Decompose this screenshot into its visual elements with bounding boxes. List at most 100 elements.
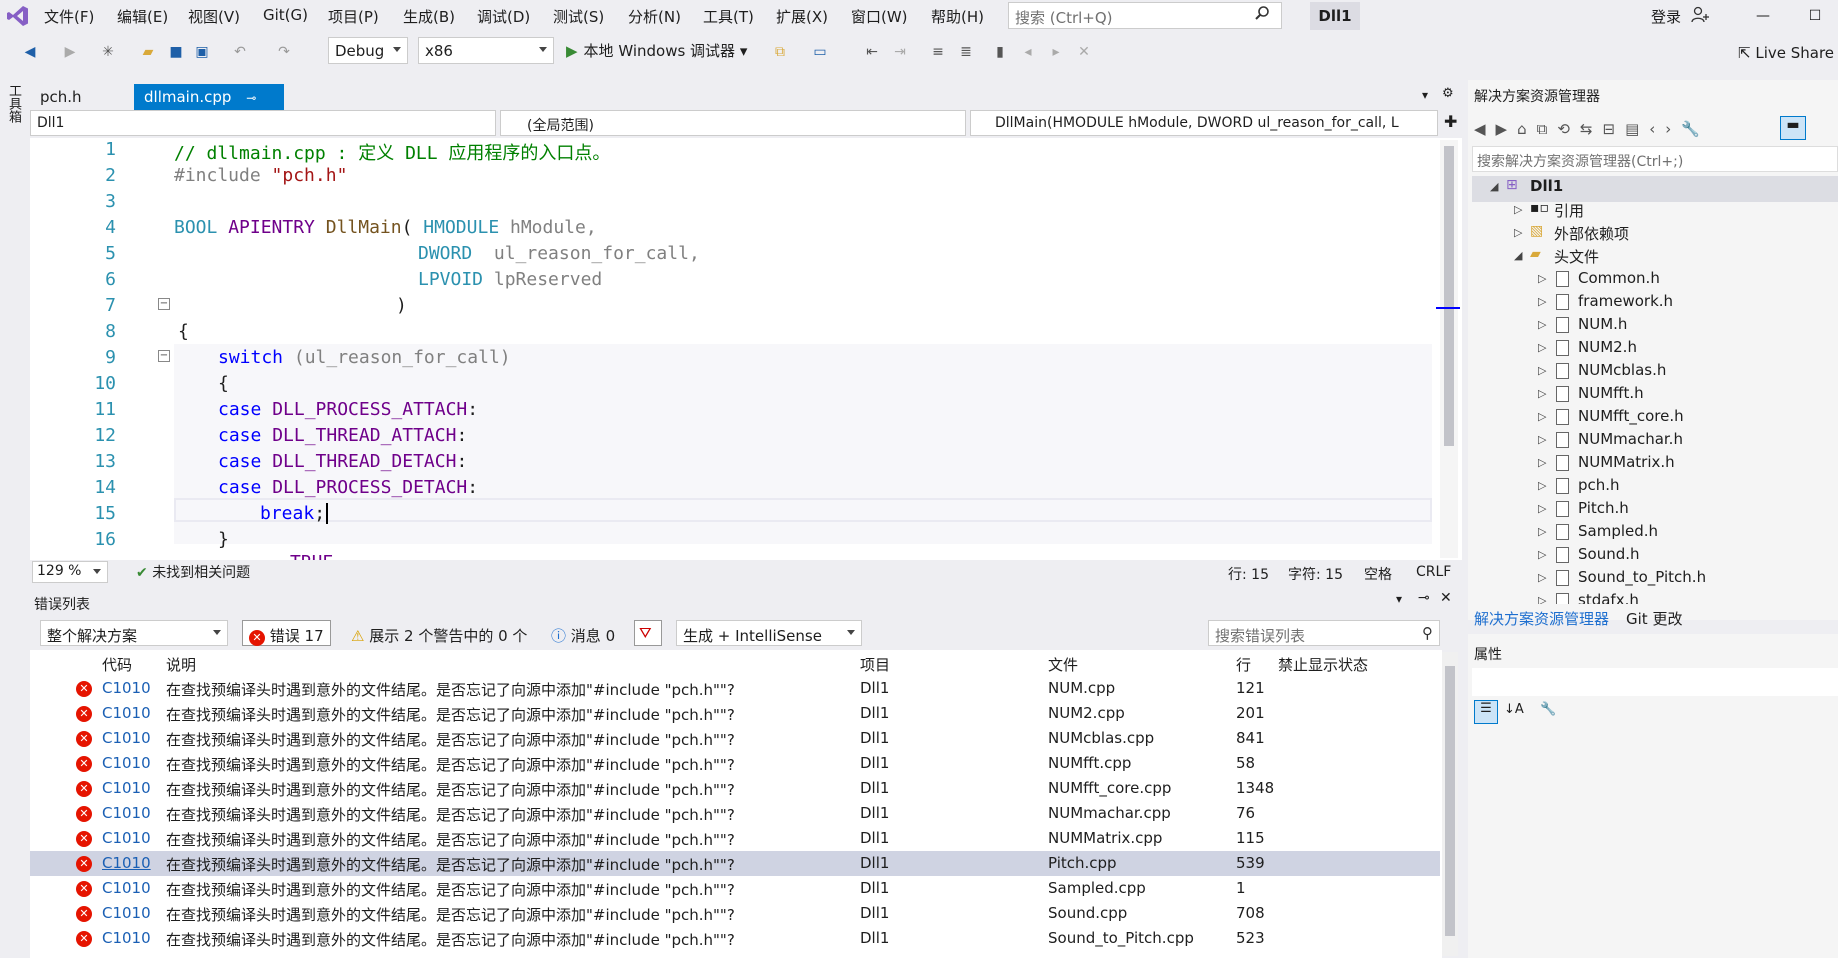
collapsed-arrow-icon[interactable]: ▷ <box>1538 341 1546 354</box>
property-pages-icon[interactable]: 🔧 <box>1540 702 1556 717</box>
header-file-icon <box>1556 547 1569 563</box>
error-row[interactable]: ✕ C1010 在查找预编译头时遇到意外的文件结尾。是否忘记了向源中添加"#incl… <box>30 801 1440 826</box>
scrollbar-thumb[interactable] <box>1445 666 1455 936</box>
header-file-icon <box>1556 386 1569 402</box>
error-code[interactable]: C1010 <box>102 929 151 947</box>
tree-item[interactable]: NUM2.h <box>1578 338 1637 356</box>
tree-item[interactable]: Sound.h <box>1578 545 1640 563</box>
header-file-icon <box>1556 524 1569 540</box>
error-line: 841 <box>1236 729 1265 747</box>
error-file: NUM.cpp <box>1048 679 1116 697</box>
error-project: Dll1 <box>860 904 890 922</box>
error-row[interactable]: ✕ C1010 在查找预编译头时遇到意外的文件结尾。是否忘记了向源中添加"#incl… <box>30 776 1440 801</box>
tree-item[interactable]: Sampled.h <box>1578 522 1658 540</box>
error-icon: ✕ <box>76 906 92 922</box>
error-icon: ✕ <box>76 731 92 747</box>
error-code[interactable]: C1010 <box>102 854 151 872</box>
tab-git-changes[interactable]: Git 更改 <box>1626 608 1682 629</box>
error-file: NUMfft.cpp <box>1048 754 1132 772</box>
collapsed-arrow-icon[interactable]: ▷ <box>1538 272 1546 285</box>
tree-item[interactable]: 外部依赖项 <box>1554 223 1629 244</box>
collapsed-arrow-icon[interactable]: ▷ <box>1538 387 1546 400</box>
collapsed-arrow-icon[interactable]: ▷ <box>1538 295 1546 308</box>
error-code[interactable]: C1010 <box>102 904 151 922</box>
collapsed-arrow-icon[interactable]: ▷ <box>1538 456 1546 469</box>
error-line: 58 <box>1236 754 1256 772</box>
error-description: 在查找预编译头时遇到意外的文件结尾。是否忘记了向源中添加"#include "p… <box>166 906 735 924</box>
collapsed-arrow-icon[interactable]: ▷ <box>1514 203 1522 216</box>
error-row[interactable]: ✕ C1010 在查找预编译头时遇到意外的文件结尾。是否忘记了向源中添加"#incl… <box>30 926 1440 951</box>
collapsed-arrow-icon[interactable]: ▷ <box>1538 318 1546 331</box>
error-code[interactable]: C1010 <box>102 679 151 697</box>
tree-item[interactable]: NUMfft.h <box>1578 384 1644 402</box>
error-description: 在查找预编译头时遇到意外的文件结尾。是否忘记了向源中添加"#include "p… <box>166 806 735 824</box>
tab-solution-explorer[interactable]: 解决方案资源管理器 <box>1474 608 1609 629</box>
error-row[interactable]: ✕ C1010 在查找预编译头时遇到意外的文件结尾。是否忘记了向源中添加"#incl… <box>30 701 1440 726</box>
error-row[interactable]: ✕ C1010 在查找预编译头时遇到意外的文件结尾。是否忘记了向源中添加"#incl… <box>30 676 1440 701</box>
properties-object-selector[interactable] <box>1472 668 1838 696</box>
error-row[interactable]: ✕ C1010 在查找预编译头时遇到意外的文件结尾。是否忘记了向源中添加"#incl… <box>30 876 1440 901</box>
tree-item[interactable]: stdafx.h <box>1578 591 1639 604</box>
error-code[interactable]: C1010 <box>102 804 151 822</box>
tree-item[interactable]: NUMfft_core.h <box>1578 407 1684 425</box>
header-file-icon <box>1556 455 1569 471</box>
tree-item[interactable]: framework.h <box>1578 292 1673 310</box>
expanded-arrow-icon[interactable]: ◢ <box>1514 249 1522 262</box>
header-file-icon <box>1556 501 1569 517</box>
tree-item[interactable]: Pitch.h <box>1578 499 1629 517</box>
error-file: Sampled.cpp <box>1048 879 1146 897</box>
error-icon: ✕ <box>76 681 92 697</box>
error-icon: ✕ <box>76 831 92 847</box>
error-description: 在查找预编译头时遇到意外的文件结尾。是否忘记了向源中添加"#include "p… <box>166 881 735 899</box>
tree-item[interactable]: 头文件 <box>1554 246 1599 267</box>
error-list-scrollbar[interactable] <box>1442 652 1458 956</box>
tree-item[interactable]: 引用 <box>1554 200 1584 221</box>
error-row[interactable]: ✕ C1010 在查找预编译头时遇到意外的文件结尾。是否忘记了向源中添加"#incl… <box>30 751 1440 776</box>
error-icon: ✕ <box>76 756 92 772</box>
collapsed-arrow-icon[interactable]: ▷ <box>1538 548 1546 561</box>
tree-item[interactable]: Dll1 <box>1530 177 1563 195</box>
error-code[interactable]: C1010 <box>102 879 151 897</box>
error-row[interactable]: ✕ C1010 在查找预编译头时遇到意外的文件结尾。是否忘记了向源中添加"#incl… <box>30 826 1440 851</box>
error-row[interactable]: ✕ C1010 在查找预编译头时遇到意外的文件结尾。是否忘记了向源中添加"#incl… <box>30 901 1440 926</box>
tree-item[interactable]: Sound_to_Pitch.h <box>1578 568 1706 586</box>
error-file: Sound.cpp <box>1048 904 1128 922</box>
collapsed-arrow-icon[interactable]: ▷ <box>1538 479 1546 492</box>
header-file-icon <box>1556 478 1569 494</box>
error-description: 在查找预编译头时遇到意外的文件结尾。是否忘记了向源中添加"#include "p… <box>166 931 735 949</box>
collapsed-arrow-icon[interactable]: ▷ <box>1538 502 1546 515</box>
tree-item[interactable]: NUMMatrix.h <box>1578 453 1675 471</box>
tree-item[interactable]: NUM.h <box>1578 315 1627 333</box>
expanded-arrow-icon[interactable]: ◢ <box>1490 180 1498 193</box>
tree-item[interactable]: NUMcblas.h <box>1578 361 1666 379</box>
categorized-view-icon[interactable]: ☰ <box>1474 700 1498 724</box>
error-line: 121 <box>1236 679 1265 697</box>
error-icon: ✕ <box>76 931 92 947</box>
collapsed-arrow-icon[interactable]: ▷ <box>1538 433 1546 446</box>
error-code[interactable]: C1010 <box>102 779 151 797</box>
folder-icon: ▰ <box>1530 246 1541 262</box>
error-code[interactable]: C1010 <box>102 729 151 747</box>
error-project: Dll1 <box>860 754 890 772</box>
error-description: 在查找预编译头时遇到意外的文件结尾。是否忘记了向源中添加"#include "p… <box>166 706 735 724</box>
error-row[interactable]: ✕ C1010 在查找预编译头时遇到意外的文件结尾。是否忘记了向源中添加"#incl… <box>30 726 1440 751</box>
tree-item[interactable]: Common.h <box>1578 269 1660 287</box>
error-code[interactable]: C1010 <box>102 754 151 772</box>
collapsed-arrow-icon[interactable]: ▷ <box>1538 364 1546 377</box>
solution-explorer-tabs: 解决方案资源管理器 Git 更改 <box>1468 606 1838 630</box>
error-line: 708 <box>1236 904 1265 922</box>
alphabetical-view-icon[interactable]: ↓A <box>1504 702 1524 717</box>
tree-item[interactable]: pch.h <box>1578 476 1620 494</box>
collapsed-arrow-icon[interactable]: ▷ <box>1538 594 1546 604</box>
error-row[interactable]: ✕ C1010 在查找预编译头时遇到意外的文件结尾。是否忘记了向源中添加"#incl… <box>30 851 1440 876</box>
collapsed-arrow-icon[interactable]: ▷ <box>1514 226 1522 239</box>
tree-item[interactable]: NUMmachar.h <box>1578 430 1683 448</box>
error-code[interactable]: C1010 <box>102 829 151 847</box>
error-icon: ✕ <box>76 781 92 797</box>
error-line: 523 <box>1236 929 1265 947</box>
error-file: Pitch.cpp <box>1048 854 1117 872</box>
collapsed-arrow-icon[interactable]: ▷ <box>1538 410 1546 423</box>
error-code[interactable]: C1010 <box>102 704 151 722</box>
collapsed-arrow-icon[interactable]: ▷ <box>1538 525 1546 538</box>
collapsed-arrow-icon[interactable]: ▷ <box>1538 571 1546 584</box>
